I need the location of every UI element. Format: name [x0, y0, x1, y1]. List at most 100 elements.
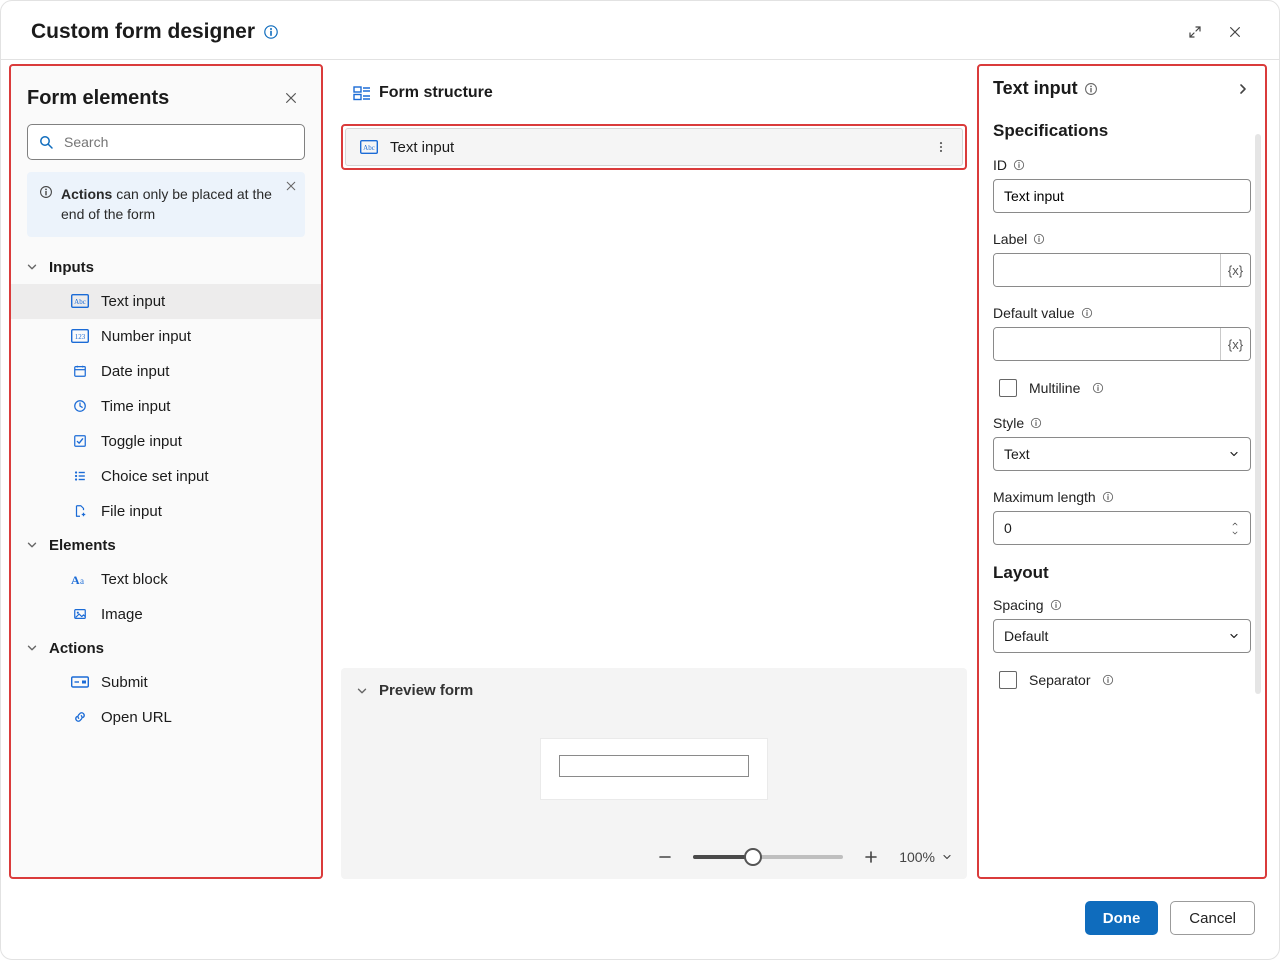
form-elements-panel: Form elements Actions can only be placed… — [9, 64, 323, 879]
preview-text-input[interactable] — [559, 755, 749, 777]
structure-icon — [353, 85, 371, 101]
info-icon[interactable] — [1050, 599, 1062, 611]
sidebar-item-label: Submit — [101, 674, 148, 691]
chevron-down-icon — [25, 538, 39, 552]
multiline-label: Multiline — [1029, 380, 1080, 396]
structure-item-card: Text input — [341, 124, 967, 170]
sidebar-item-label: Toggle input — [101, 433, 182, 450]
id-field[interactable] — [993, 179, 1251, 213]
preview-header[interactable]: Preview form — [355, 682, 953, 699]
info-icon[interactable] — [1030, 417, 1042, 429]
scrollbar[interactable] — [1255, 134, 1261, 694]
textblock-icon — [71, 572, 89, 586]
group-header-inputs[interactable]: Inputs — [11, 251, 321, 284]
sidebar-item-number-input[interactable]: Number input — [11, 319, 321, 354]
sidebar-item-label: Text input — [101, 293, 165, 310]
sidebar-item-submit[interactable]: Submit — [11, 665, 321, 700]
abc-icon — [360, 140, 380, 154]
sidebar-title: Form elements — [27, 87, 169, 110]
link-icon — [71, 710, 89, 724]
chevron-down-icon — [25, 641, 39, 655]
preview-frame — [541, 739, 767, 799]
group-header-actions[interactable]: Actions — [11, 632, 321, 665]
page-title: Custom form designer — [31, 20, 255, 44]
variable-picker-button[interactable]: {x} — [1220, 254, 1250, 286]
separator-label: Separator — [1029, 672, 1090, 688]
sidebar-item-label: File input — [101, 503, 162, 520]
clock-icon — [71, 399, 89, 413]
sidebar-close-button[interactable] — [277, 84, 305, 112]
sidebar-item-open-url[interactable]: Open URL — [11, 700, 321, 735]
expand-button[interactable] — [1175, 16, 1215, 48]
info-icon[interactable] — [1033, 233, 1045, 245]
group-label: Inputs — [49, 259, 94, 276]
chevron-down-icon — [1228, 630, 1240, 642]
info-icon[interactable] — [1013, 159, 1025, 171]
sidebar-item-label: Text block — [101, 571, 168, 588]
structure-item-label: Text input — [390, 139, 930, 156]
sidebar-item-file-input[interactable]: File input — [11, 494, 321, 529]
notice-close-button[interactable] — [285, 180, 297, 192]
num-icon — [71, 329, 89, 343]
list-icon — [71, 469, 89, 483]
chevron-down-icon — [1228, 448, 1240, 460]
window-close-button[interactable] — [1215, 16, 1255, 48]
variable-picker-button[interactable]: {x} — [1220, 328, 1250, 360]
item-overflow-button[interactable] — [930, 136, 952, 158]
zoom-dropdown[interactable]: 100% — [899, 849, 953, 865]
label-field[interactable]: {x} — [993, 253, 1251, 287]
properties-panel: Text input Specifications ID Label {x} D… — [977, 64, 1267, 879]
info-icon[interactable] — [1102, 674, 1114, 686]
info-icon[interactable] — [1092, 382, 1104, 394]
submit-icon — [71, 675, 89, 689]
sidebar-item-choice-set-input[interactable]: Choice set input — [11, 459, 321, 494]
separator-checkbox[interactable] — [999, 671, 1017, 689]
structure-item-text-input[interactable]: Text input — [345, 128, 963, 166]
sidebar-item-label: Time input — [101, 398, 170, 415]
info-icon[interactable] — [1084, 82, 1098, 96]
maximum-length-field[interactable]: 0 — [993, 511, 1251, 545]
specifications-section: Specifications — [993, 121, 1251, 141]
abc-icon — [71, 294, 89, 308]
sidebar-item-image[interactable]: Image — [11, 597, 321, 632]
sidebar-item-label: Date input — [101, 363, 169, 380]
search-input[interactable] — [27, 124, 305, 160]
toggle-icon — [71, 434, 89, 448]
info-icon[interactable] — [263, 24, 279, 40]
chevron-down-icon — [941, 851, 953, 863]
actions-notice: Actions can only be placed at the end of… — [27, 172, 305, 237]
style-select[interactable]: Text — [993, 437, 1251, 471]
zoom-out-button[interactable] — [653, 845, 677, 869]
zoom-in-button[interactable] — [859, 845, 883, 869]
info-icon[interactable] — [1102, 491, 1114, 503]
collapse-button[interactable] — [1235, 81, 1251, 97]
step-up-button[interactable] — [1230, 520, 1240, 528]
group-header-elements[interactable]: Elements — [11, 529, 321, 562]
search-icon — [38, 134, 54, 150]
date-icon — [71, 364, 89, 378]
sidebar-item-date-input[interactable]: Date input — [11, 354, 321, 389]
group-label: Elements — [49, 537, 116, 554]
layout-section: Layout — [993, 563, 1251, 583]
sidebar-item-label: Choice set input — [101, 468, 209, 485]
done-button[interactable]: Done — [1085, 901, 1159, 935]
sidebar-item-text-input[interactable]: Text input — [11, 284, 321, 319]
sidebar-item-toggle-input[interactable]: Toggle input — [11, 424, 321, 459]
sidebar-item-label: Open URL — [101, 709, 172, 726]
cancel-button[interactable]: Cancel — [1170, 901, 1255, 935]
preview-panel: Preview form 100% — [341, 668, 967, 879]
search-text[interactable] — [62, 133, 294, 151]
chevron-down-icon — [355, 684, 369, 698]
multiline-checkbox[interactable] — [999, 379, 1017, 397]
info-icon[interactable] — [1081, 307, 1093, 319]
sidebar-item-time-input[interactable]: Time input — [11, 389, 321, 424]
sidebar-item-label: Number input — [101, 328, 191, 345]
spacing-select[interactable]: Default — [993, 619, 1251, 653]
sidebar-item-text-block[interactable]: Text block — [11, 562, 321, 597]
properties-title: Text input — [993, 78, 1078, 99]
default-value-field[interactable]: {x} — [993, 327, 1251, 361]
step-down-button[interactable] — [1230, 529, 1240, 537]
group-label: Actions — [49, 640, 104, 657]
zoom-slider[interactable] — [693, 855, 843, 859]
file-icon — [71, 504, 89, 518]
